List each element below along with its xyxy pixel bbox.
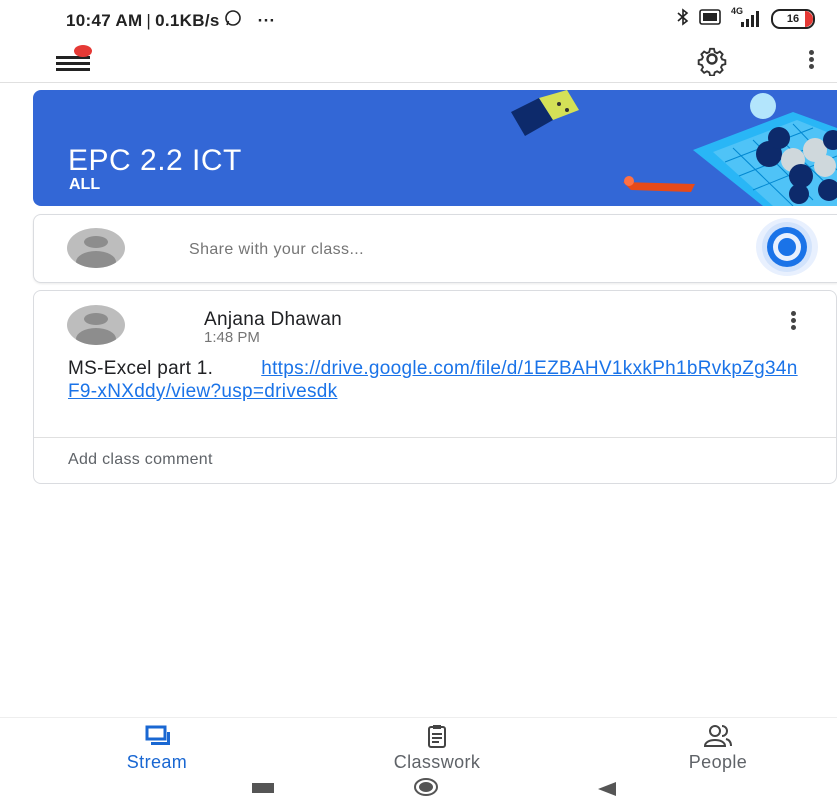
nav-classwork-label: Classwork — [393, 752, 481, 772]
volte-icon — [699, 9, 721, 28]
class-title: EPC 2.2 ICT — [68, 144, 242, 177]
notification-dot — [74, 45, 92, 57]
more-vert-icon[interactable] — [800, 44, 822, 74]
post-time: 1:48 PM — [204, 329, 260, 346]
battery-level: 16 — [786, 12, 800, 25]
battery-icon: 16 — [771, 8, 815, 29]
avatar — [67, 228, 125, 268]
system-nav-bar — [0, 775, 837, 801]
clipboard-icon — [428, 725, 446, 748]
status-bar: 10:47 AM | 0.1KB/s ··· 4G 16 — [0, 0, 837, 36]
status-data-speed: 0.1KB/s — [155, 10, 220, 30]
post-card: Anjana Dhawan 1:48 PM MS-Excel part 1. ht… — [33, 290, 837, 484]
bluetooth-icon — [677, 8, 689, 29]
nav-people-label: People — [688, 752, 748, 772]
gear-icon[interactable] — [695, 42, 729, 77]
avatar — [67, 305, 125, 345]
triangle-back-icon[interactable] — [595, 779, 619, 799]
post-author: Anjana Dhawan — [204, 309, 343, 330]
bottom-nav: Stream Classwork People — [0, 717, 837, 774]
share-placeholder: Share with your class... — [189, 241, 364, 258]
whatsapp-icon — [224, 9, 242, 32]
status-time: 10:47 AM — [66, 10, 143, 30]
stream-icon — [145, 725, 170, 745]
circle-icon[interactable] — [414, 777, 438, 801]
post-body: MS-Excel part 1. https://drive.google.com… — [68, 357, 808, 403]
nav-stream[interactable]: Stream — [77, 724, 237, 774]
nav-classwork[interactable]: Classwork — [357, 724, 517, 774]
status-separator: | — [146, 10, 152, 30]
square-icon[interactable] — [251, 781, 275, 797]
app-bar — [0, 36, 837, 83]
status-right: 4G 16 — [677, 6, 815, 29]
banner-illustration — [511, 90, 837, 206]
status-left: 10:47 AM | 0.1KB/s ··· — [66, 9, 276, 32]
share-with-class-card[interactable]: Share with your class... — [33, 214, 837, 283]
class-section: ALL — [69, 176, 101, 193]
people-icon — [703, 725, 732, 747]
signal-icon: 4G — [731, 6, 761, 28]
more-vert-icon[interactable] — [782, 305, 804, 335]
nav-stream-label: Stream — [126, 752, 188, 772]
class-banner[interactable]: EPC 2.2 ICT ALL — [33, 90, 837, 206]
status-more: ··· — [257, 10, 276, 30]
add-comment-input[interactable]: Add class comment — [68, 451, 213, 469]
compose-button[interactable] — [756, 218, 818, 276]
divider — [34, 437, 836, 438]
nav-people[interactable]: People — [638, 724, 798, 774]
post-text: MS-Excel part 1. — [68, 358, 214, 379]
hamburger-menu-icon[interactable] — [56, 44, 100, 74]
